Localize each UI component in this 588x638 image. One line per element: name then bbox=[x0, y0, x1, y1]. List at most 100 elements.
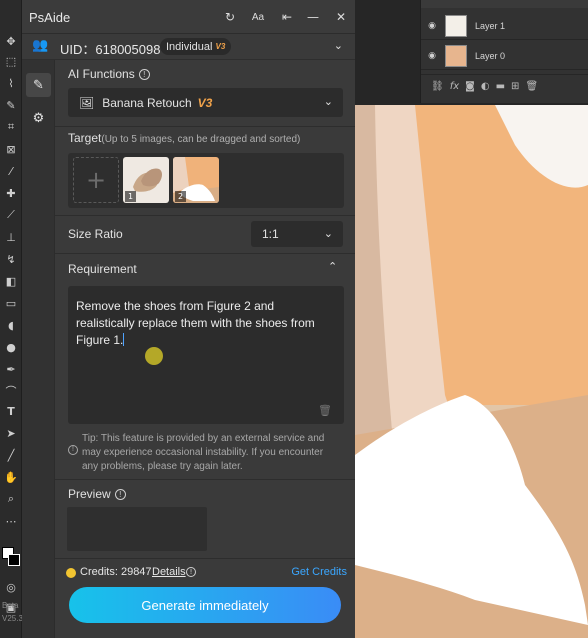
image-index-badge: 2 bbox=[175, 191, 186, 202]
gradient-tool-icon[interactable]: ▭ bbox=[1, 294, 21, 312]
dodge-tool-icon[interactable]: ● bbox=[1, 338, 21, 356]
group-folder-icon[interactable]: ▬ bbox=[496, 81, 505, 92]
font-size-icon[interactable]: Aa bbox=[250, 9, 266, 25]
quick-mask-icon[interactable]: ◎ bbox=[1, 578, 21, 596]
size-ratio-select[interactable]: 1:1 ⌄ bbox=[251, 221, 343, 247]
psaide-panel: PsAide ↻ Aa ⇤ — ✕ 👥 UID：618005098 Indivi… bbox=[22, 0, 355, 638]
zoom-tool-icon[interactable]: ⌕ bbox=[1, 490, 21, 508]
chevron-down-icon: ⌄ bbox=[323, 96, 333, 108]
info-icon[interactable]: ! bbox=[186, 567, 196, 577]
size-ratio-value: 1:1 bbox=[262, 227, 279, 241]
divider bbox=[55, 215, 355, 216]
line-tool-icon[interactable]: ╱ bbox=[1, 446, 21, 464]
panel-content: AI Functions! 🖼 Banana Retouch V3 ⌄ Targ… bbox=[55, 60, 355, 638]
requirement-text: Remove the shoes from Figure 2 and reali… bbox=[76, 298, 334, 349]
panel-side-nav: ✎ ⚙ bbox=[22, 60, 55, 638]
close-icon[interactable]: ✕ bbox=[333, 9, 349, 25]
tip-notice: ! Tip: This feature is provided by an ex… bbox=[68, 432, 338, 474]
layer-effects-icon[interactable]: fx bbox=[450, 81, 459, 92]
chevron-down-icon[interactable]: ⌄ bbox=[334, 39, 343, 52]
plan-name: Individual bbox=[166, 40, 213, 53]
layer-thumbnail bbox=[445, 44, 467, 67]
refresh-icon[interactable]: ↻ bbox=[222, 9, 238, 25]
background-color-swatch[interactable] bbox=[8, 554, 20, 566]
visibility-eye-icon[interactable]: ◉ bbox=[421, 21, 443, 31]
target-image-list: + 1 2 bbox=[68, 153, 344, 208]
info-icon[interactable]: ! bbox=[138, 69, 150, 80]
layer-name: Layer 0 bbox=[475, 50, 506, 61]
account-bar: 👥 UID：618005098 Individual V3 ⌄ bbox=[22, 34, 355, 60]
blur-tool-icon[interactable]: ◖ bbox=[1, 316, 21, 334]
plan-badge: Individual V3 bbox=[160, 38, 232, 55]
image-index-badge: 1 bbox=[125, 191, 136, 202]
ai-functions-heading: AI Functions! bbox=[68, 67, 150, 81]
adjustment-layer-icon[interactable]: ◐ bbox=[481, 81, 490, 92]
frame-tool-icon[interactable]: ⊠ bbox=[1, 140, 21, 158]
info-icon[interactable]: ! bbox=[114, 489, 126, 500]
move-tool-icon[interactable]: ✥ bbox=[1, 32, 21, 50]
layer-mask-icon[interactable]: ◙ bbox=[465, 81, 475, 92]
requirement-label: Requirement bbox=[68, 262, 137, 276]
app-title: PsAide bbox=[29, 10, 71, 25]
eraser-tool-icon[interactable]: ◧ bbox=[1, 272, 21, 290]
preview-heading: Preview! bbox=[68, 487, 126, 501]
settings-icon[interactable]: ⚙ bbox=[26, 106, 51, 130]
brush-tool-icon[interactable]: ⟋ bbox=[1, 206, 21, 224]
coin-icon bbox=[66, 568, 76, 578]
canvas-image bbox=[355, 105, 588, 638]
new-layer-icon[interactable]: ⊞ bbox=[511, 81, 519, 92]
delete-layer-icon[interactable]: 🗑 bbox=[525, 81, 538, 92]
history-brush-tool-icon[interactable]: ↯ bbox=[1, 250, 21, 268]
panel-titlebar: PsAide ↻ Aa ⇤ — ✕ bbox=[22, 0, 355, 34]
panel-footer: Credits: 29847 Details ! Get Credits Gen… bbox=[55, 558, 355, 638]
info-icon: ! bbox=[68, 445, 78, 455]
requirement-textarea[interactable]: Remove the shoes from Figure 2 and reali… bbox=[68, 286, 344, 424]
text-caret bbox=[123, 333, 125, 346]
pin-icon[interactable]: ⇤ bbox=[279, 9, 295, 25]
layer-row[interactable]: ◉ Layer 0 bbox=[421, 42, 588, 70]
add-image-button[interactable]: + bbox=[73, 157, 119, 203]
mouse-cursor-indicator bbox=[145, 347, 163, 365]
layer-row[interactable]: ◉ Layer 1 bbox=[421, 12, 588, 40]
marquee-tool-icon[interactable]: ⬚ bbox=[1, 52, 21, 70]
stamp-tool-icon[interactable]: ⊥ bbox=[1, 228, 21, 246]
minimize-icon[interactable]: — bbox=[305, 9, 321, 25]
target-heading: Target(Up to 5 images, can be dragged an… bbox=[68, 131, 300, 145]
get-credits-link[interactable]: Get Credits bbox=[291, 566, 347, 578]
ai-functions-label: AI Functions bbox=[68, 67, 135, 81]
image-icon: 🖼 bbox=[79, 95, 95, 110]
target-image-1[interactable]: 1 bbox=[123, 157, 169, 203]
pen-alt-tool-icon[interactable]: ⌒ bbox=[1, 382, 21, 400]
link-layers-icon[interactable]: ⛓ bbox=[431, 81, 444, 92]
edit-icon[interactable]: ✎ bbox=[26, 73, 51, 97]
layer-name: Layer 1 bbox=[475, 20, 506, 31]
path-select-tool-icon[interactable]: ➤ bbox=[1, 424, 21, 442]
lasso-tool-icon[interactable]: ⌇ bbox=[1, 74, 21, 92]
pen-tool-icon[interactable]: ✒ bbox=[1, 360, 21, 378]
quick-select-tool-icon[interactable]: ✎ bbox=[1, 96, 21, 114]
layers-toolbar: ⛓ fx ◙ ◐ ▬ ⊞ 🗑 bbox=[421, 74, 588, 98]
divider bbox=[55, 126, 355, 127]
selected-function: Banana Retouch bbox=[102, 95, 192, 110]
hand-tool-icon[interactable]: ✋ bbox=[1, 468, 21, 486]
type-tool-icon[interactable]: T bbox=[1, 402, 21, 420]
photoshop-toolbar: ✥ ⬚ ⌇ ✎ ⌗ ⊠ ⁄ ✚ ⟋ ⊥ ↯ ◧ ▭ ◖ ● ✒ ⌒ T ➤ ╱ … bbox=[0, 0, 30, 638]
target-image-2[interactable]: 2 bbox=[173, 157, 219, 203]
ai-function-select[interactable]: 🖼 Banana Retouch V3 ⌄ bbox=[68, 88, 343, 117]
generate-button[interactable]: Generate immediately bbox=[69, 587, 341, 623]
layer-thumbnail bbox=[445, 14, 467, 37]
chevron-up-icon[interactable]: ⌃ bbox=[328, 260, 337, 273]
eyedropper-tool-icon[interactable]: ⁄ bbox=[1, 162, 21, 180]
trash-icon[interactable]: 🗑 bbox=[318, 404, 332, 417]
target-label: Target bbox=[68, 131, 102, 145]
crop-tool-icon[interactable]: ⌗ bbox=[1, 118, 21, 136]
divider bbox=[55, 253, 355, 254]
photoshop-window: ✥ ⬚ ⌇ ✎ ⌗ ⊠ ⁄ ✚ ⟋ ⊥ ↯ ◧ ▭ ◖ ● ✒ ⌒ T ➤ ╱ … bbox=[0, 0, 588, 638]
visibility-eye-icon[interactable]: ◉ bbox=[421, 51, 443, 61]
tip-text: Tip: This feature is provided by an exte… bbox=[82, 433, 325, 472]
more-tools-icon[interactable]: ⋯ bbox=[1, 512, 21, 530]
document-canvas[interactable] bbox=[355, 105, 588, 638]
details-link[interactable]: Details bbox=[152, 566, 186, 578]
healing-tool-icon[interactable]: ✚ bbox=[1, 184, 21, 202]
users-icon: 👥 bbox=[32, 38, 49, 53]
